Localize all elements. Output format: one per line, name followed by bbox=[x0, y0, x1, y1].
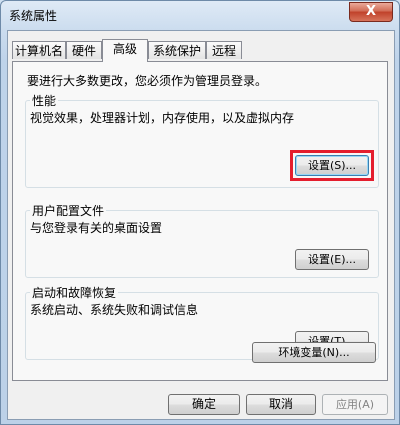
title-bar[interactable]: 系统属性 X bbox=[1, 1, 399, 29]
cancel-button[interactable]: 取消 bbox=[246, 394, 316, 415]
user-profiles-description: 与您登录有关的桌面设置 bbox=[30, 221, 163, 235]
tab-label: 硬件 bbox=[71, 44, 96, 58]
user-profiles-group: 用户配置文件 与您登录有关的桌面设置 设置(E)... bbox=[25, 202, 379, 278]
performance-group: 性能 视觉效果，处理器计划，内存使用，以及虚拟内存 设置(S)... bbox=[25, 92, 379, 188]
dialog-client-area: 计算机名 硬件 高级 系统保护 远程 要进行大多数更改，您必须作为管理员登录。 … bbox=[7, 30, 395, 420]
admin-notice: 要进行大多数更改，您必须作为管理员登录。 bbox=[27, 74, 268, 88]
close-icon: X bbox=[365, 4, 377, 19]
performance-title: 性能 bbox=[30, 92, 59, 109]
tab-advanced[interactable]: 高级 bbox=[102, 39, 148, 62]
tab-computer-name[interactable]: 计算机名 bbox=[12, 41, 66, 59]
tab-label: 系统保护 bbox=[152, 44, 201, 58]
startup-recovery-title: 启动和故障恢复 bbox=[30, 284, 119, 301]
tab-system-protection[interactable]: 系统保护 bbox=[148, 41, 206, 59]
advanced-tab-panel: 要进行大多数更改，您必须作为管理员登录。 性能 视觉效果，处理器计划，内存使用，… bbox=[12, 61, 388, 381]
system-properties-window: 系统属性 X 计算机名 硬件 高级 系统保护 远程 要进行大多数更改，您必须作为… bbox=[0, 0, 400, 425]
apply-button[interactable]: 应用(A) bbox=[322, 394, 388, 415]
user-profiles-title: 用户配置文件 bbox=[30, 202, 107, 219]
close-button[interactable]: X bbox=[349, 2, 393, 22]
user-profiles-settings-button[interactable]: 设置(E)... bbox=[295, 249, 369, 270]
performance-description: 视觉效果，处理器计划，内存使用，以及虚拟内存 bbox=[30, 111, 295, 125]
tab-label: 远程 bbox=[211, 44, 236, 58]
tab-label: 高级 bbox=[112, 42, 137, 56]
highlight-box bbox=[290, 150, 374, 181]
window-title: 系统属性 bbox=[9, 9, 58, 23]
tab-label: 计算机名 bbox=[14, 44, 63, 58]
tab-hardware[interactable]: 硬件 bbox=[66, 41, 102, 59]
tab-remote[interactable]: 远程 bbox=[206, 41, 242, 59]
ok-button[interactable]: 确定 bbox=[168, 394, 240, 415]
environment-variables-button[interactable]: 环境变量(N)... bbox=[252, 342, 376, 363]
startup-recovery-description: 系统启动、系统失败和调试信息 bbox=[30, 303, 199, 317]
